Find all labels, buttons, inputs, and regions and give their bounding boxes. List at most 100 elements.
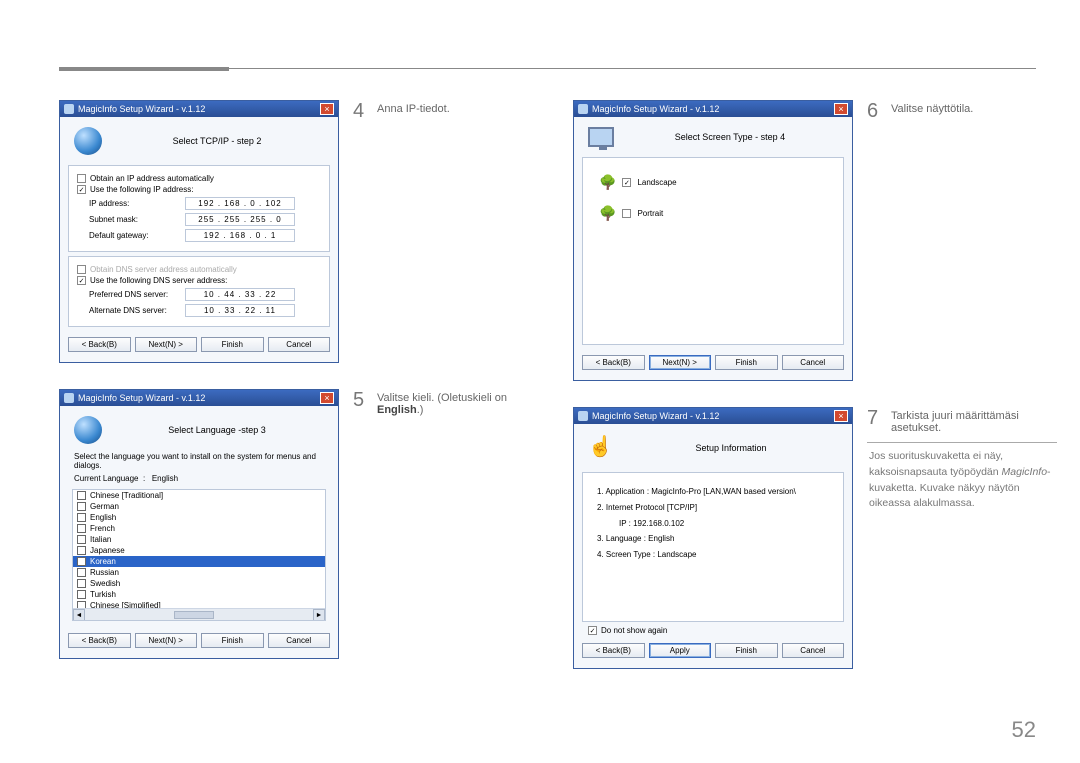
panel-title: Setup Information xyxy=(624,443,838,453)
window-body: Select Screen Type - step 4 🌳 Landscape … xyxy=(574,117,852,380)
dont-show-row[interactable]: Do not show again xyxy=(588,626,848,635)
language-label: Russian xyxy=(90,568,119,577)
language-option[interactable]: Swedish xyxy=(73,578,325,589)
checkbox-icon xyxy=(77,546,86,555)
apply-button[interactable]: Apply xyxy=(649,643,712,658)
back-button[interactable]: < Back(B) xyxy=(582,355,645,370)
checkbox-icon xyxy=(77,557,86,566)
step-6-caption: 6 Valitse näyttötila. xyxy=(867,100,1067,393)
cancel-button[interactable]: Cancel xyxy=(268,337,331,352)
back-button[interactable]: < Back(B) xyxy=(68,337,131,352)
finish-button[interactable]: Finish xyxy=(715,643,778,658)
panel-title: Select Screen Type - step 4 xyxy=(622,132,838,142)
finish-button[interactable]: Finish xyxy=(201,337,264,352)
language-label: Korean xyxy=(90,557,116,566)
window-language: MagicInfo Setup Wizard - v.1.12 × Select… xyxy=(59,389,339,659)
horizontal-scrollbar[interactable]: ◄ ► xyxy=(73,608,325,620)
note-brand: MagicInfo xyxy=(1002,466,1048,478)
globe-icon xyxy=(74,127,102,155)
language-option[interactable]: Turkish xyxy=(73,589,325,600)
step-text: Anna IP-tiedot. xyxy=(377,100,553,375)
checkbox-icon xyxy=(622,178,631,187)
pref-dns-field[interactable]: 10 . 44 . 33 . 22 xyxy=(185,288,295,301)
cancel-button[interactable]: Cancel xyxy=(268,633,331,648)
window-title: MagicInfo Setup Wizard - v.1.12 xyxy=(78,393,205,403)
panel-header: Select Language -step 3 xyxy=(64,410,334,450)
pref-dns-label: Preferred DNS server: xyxy=(89,290,185,299)
close-button[interactable]: × xyxy=(834,410,848,422)
use-ip-row[interactable]: Use the following IP address: xyxy=(77,185,321,194)
language-option[interactable]: Korean xyxy=(73,556,325,567)
next-button[interactable]: Next(N) > xyxy=(135,633,198,648)
step-6-pair: MagicInfo Setup Wizard - v.1.12 × Select… xyxy=(573,100,1067,393)
finish-button[interactable]: Finish xyxy=(201,633,264,648)
step-number: 5 xyxy=(353,389,367,671)
panel-header: Select TCP/IP - step 2 xyxy=(64,121,334,161)
language-option[interactable]: Japanese xyxy=(73,545,325,556)
language-option[interactable]: Russian xyxy=(73,567,325,578)
page-number: 52 xyxy=(1012,717,1036,743)
portrait-option[interactable]: 🌳 Portrait xyxy=(599,205,833,222)
next-button[interactable]: Next(N) > xyxy=(649,355,712,370)
use-dns-label: Use the following DNS server address: xyxy=(90,276,227,285)
setup-info-panel: 1. Application : MagicInfo-Pro [LAN,WAN … xyxy=(582,472,844,622)
landscape-option[interactable]: 🌳 Landscape xyxy=(599,174,833,191)
auto-ip-row[interactable]: Obtain an IP address automatically xyxy=(77,174,321,183)
language-option[interactable]: English xyxy=(73,512,325,523)
back-button[interactable]: < Back(B) xyxy=(68,633,131,648)
window-tcpip: MagicInfo Setup Wizard - v.1.12 × Select… xyxy=(59,100,339,363)
language-listbox[interactable]: Chinese [Traditional]GermanEnglishFrench… xyxy=(72,489,326,621)
use-dns-row[interactable]: Use the following DNS server address: xyxy=(77,276,321,285)
pref-dns-row: Preferred DNS server: 10 . 44 . 33 . 22 xyxy=(89,288,321,301)
finish-button[interactable]: Finish xyxy=(715,355,778,370)
info-ip: IP : 192.168.0.102 xyxy=(619,518,829,531)
step-7-pair: MagicInfo Setup Wizard - v.1.12 × ☝ Setu… xyxy=(573,407,1067,681)
close-button[interactable]: × xyxy=(320,392,334,404)
dont-show-label: Do not show again xyxy=(601,626,667,635)
next-button[interactable]: Next(N) > xyxy=(135,337,198,352)
globe-icon xyxy=(74,416,102,444)
use-ip-label: Use the following IP address: xyxy=(90,185,193,194)
window-setup-info: MagicInfo Setup Wizard - v.1.12 × ☝ Setu… xyxy=(573,407,853,669)
titlebar: MagicInfo Setup Wizard - v.1.12 × xyxy=(60,101,338,117)
gateway-label: Default gateway: xyxy=(89,231,185,240)
checkbox-icon xyxy=(77,174,86,183)
step-text: Valitse kieli. (Oletuskieli on English.) xyxy=(377,389,553,671)
language-option[interactable]: French xyxy=(73,523,325,534)
step5-c: .) xyxy=(417,404,424,416)
button-row: < Back(B) Next(N) > Finish Cancel xyxy=(578,349,848,376)
cancel-button[interactable]: Cancel xyxy=(782,355,845,370)
language-option[interactable]: Italian xyxy=(73,534,325,545)
language-option[interactable]: Chinese [Traditional] xyxy=(73,490,325,501)
app-icon xyxy=(578,411,588,421)
checkbox-icon xyxy=(77,568,86,577)
scroll-thumb[interactable] xyxy=(174,611,214,619)
language-label: Swedish xyxy=(90,579,120,588)
panel-header: Select Screen Type - step 4 xyxy=(578,121,848,153)
window-title: MagicInfo Setup Wizard - v.1.12 xyxy=(592,104,719,114)
language-label: Chinese [Traditional] xyxy=(90,491,163,500)
language-label: Japanese xyxy=(90,546,125,555)
close-button[interactable]: × xyxy=(834,103,848,115)
checkbox-icon xyxy=(77,185,86,194)
window-screen-type: MagicInfo Setup Wizard - v.1.12 × Select… xyxy=(573,100,853,381)
close-button[interactable]: × xyxy=(320,103,334,115)
scroll-left-button[interactable]: ◄ xyxy=(73,609,85,621)
auto-dns-row: Obtain DNS server address automatically xyxy=(77,265,321,274)
window-body: Select TCP/IP - step 2 Obtain an IP addr… xyxy=(60,117,338,362)
step5-b: English xyxy=(377,404,417,416)
cancel-button[interactable]: Cancel xyxy=(782,643,845,658)
ip-field[interactable]: 192 . 168 . 0 . 102 xyxy=(185,197,295,210)
checkbox-icon xyxy=(77,491,86,500)
language-label: Turkish xyxy=(90,590,116,599)
back-button[interactable]: < Back(B) xyxy=(582,643,645,658)
scroll-right-button[interactable]: ► xyxy=(313,609,325,621)
subnet-field[interactable]: 255 . 255 . 255 . 0 xyxy=(185,213,295,226)
dns-group: Obtain DNS server address automatically … xyxy=(68,256,330,327)
window-body: ☝ Setup Information 1. Application : Mag… xyxy=(574,424,852,668)
language-option[interactable]: German xyxy=(73,501,325,512)
gateway-field[interactable]: 192 . 168 . 0 . 1 xyxy=(185,229,295,242)
landscape-label: Landscape xyxy=(637,178,676,187)
checkbox-icon xyxy=(77,590,86,599)
alt-dns-field[interactable]: 10 . 33 . 22 . 11 xyxy=(185,304,295,317)
